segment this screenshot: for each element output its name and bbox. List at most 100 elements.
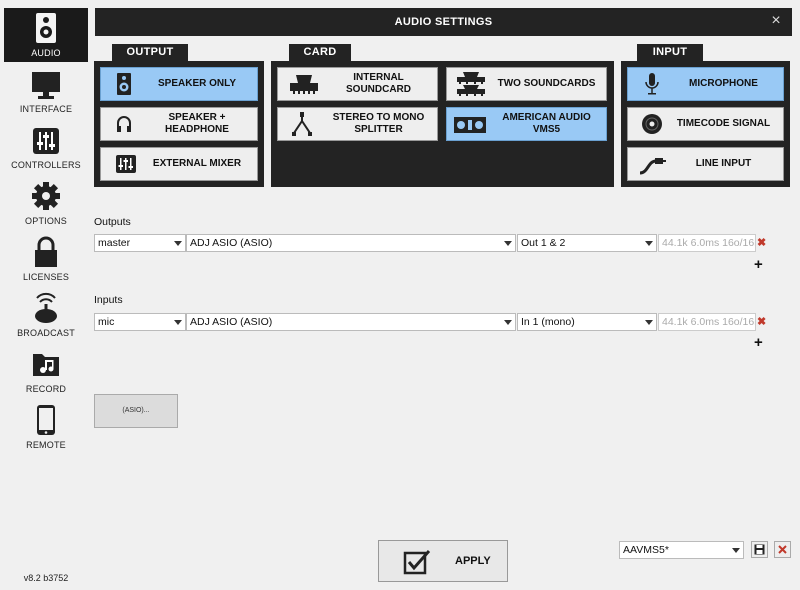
delete-preset-button[interactable] [774,541,791,558]
vinyl-icon [642,114,662,134]
input-device-select[interactable]: ADJ ASIO (ASIO) [186,313,516,331]
two-soundcards-label: TWO SOUNDCARDS [497,78,596,89]
input-info-field: 44.1k 6.0ms 16o/16i [658,313,756,331]
sliders-icon [33,128,59,154]
card-panel: INTERNAL SOUNDCARD TWO SOUNDCARDS STEREO… [271,61,614,187]
gear-icon [32,182,60,210]
lock-icon [35,236,57,267]
line-input-label: LINE INPUT [695,158,752,169]
speaker-headphone-label: SPEAKER + HEADPHONE [165,112,229,135]
output-panel: SPEAKER ONLY SPEAKER + HEADPHONE EXTERNA… [94,61,264,187]
sidebar-item-label: REMOTE [26,440,66,450]
headphone-icon [117,116,131,132]
input-channel-select[interactable]: mic [94,313,186,331]
stereo-mono-splitter-label: STEREO TO MONO SPLITTER [332,112,425,135]
internal-soundcard-icon [290,75,318,94]
two-soundcards-icon [457,72,485,96]
save-preset-button[interactable] [751,541,768,558]
controller-icon [454,117,486,133]
remove-output-button[interactable]: ✖ [757,238,767,249]
output-panel-title: OUTPUT [112,44,188,61]
preset-select[interactable]: AAVMS5* [619,541,744,559]
sidebar-item-licenses[interactable]: LICENSES [4,232,88,286]
close-button[interactable]: × [768,13,784,29]
output-channel-select[interactable]: master [94,234,186,252]
title-bar: AUDIO SETTINGS × [95,8,792,36]
sidebar-item-remote[interactable]: REMOTE [4,400,88,454]
microphone-icon [645,73,659,95]
input-port-select[interactable]: In 1 (mono) [517,313,657,331]
internal-soundcard-button[interactable]: INTERNAL SOUNDCARD [277,67,438,101]
output-channel-value: master [98,237,131,249]
chevron-down-icon [732,548,740,553]
output-port-value: Out 1 & 2 [521,237,566,249]
sidebar-item-label: CONTROLLERS [11,160,81,170]
input-channel-value: mic [98,316,115,328]
add-output-button[interactable]: + [754,257,766,272]
chevron-down-icon [174,241,182,246]
timecode-signal-label: TIMECODE SIGNAL [676,118,771,129]
sidebar-item-options[interactable]: OPTIONS [4,176,88,230]
line-input-button[interactable]: LINE INPUT [627,147,784,181]
speaker-only-button[interactable]: SPEAKER ONLY [100,67,258,101]
card-panel-title: CARD [289,44,351,61]
output-device-select[interactable]: ADJ ASIO (ASIO) [186,234,516,252]
sidebar-item-label: INTERFACE [19,104,73,114]
broadcast-icon [35,292,57,323]
external-mixer-button[interactable]: EXTERNAL MIXER [100,147,258,181]
sidebar-item-label: OPTIONS [25,216,67,226]
sidebar-item-audio[interactable]: AUDIO [4,8,88,62]
chevron-down-icon [174,320,182,325]
speaker-icon [36,13,56,43]
version-label: v8.2 b3752 [23,573,69,583]
remove-input-button[interactable]: ✖ [757,317,767,328]
microphone-button[interactable]: MICROPHONE [627,67,784,101]
tablet-icon [37,405,55,435]
speaker-icon [117,73,131,95]
two-soundcards-button[interactable]: TWO SOUNDCARDS [446,67,607,101]
asio-config-button[interactable]: (ASIO)... [94,394,178,428]
external-mixer-label: EXTERNAL MIXER [152,158,242,169]
monitor-icon [32,72,60,99]
add-input-button[interactable]: + [754,335,766,350]
output-device-value: ADJ ASIO (ASIO) [190,237,273,249]
apply-label: APPLY [455,555,491,567]
sidebar-item-label: AUDIO [31,48,61,58]
chevron-down-icon [504,320,512,325]
preset-value: AAVMS5* [623,544,669,556]
splitter-cable-icon [292,112,312,136]
sidebar-item-label: BROADCAST [17,328,75,338]
input-panel-title: INPUT [637,44,703,61]
output-port-select[interactable]: Out 1 & 2 [517,234,657,252]
mixer-icon [116,155,136,173]
window-title: AUDIO SETTINGS [394,16,493,28]
sidebar-item-record[interactable]: RECORD [4,344,88,398]
checkbox-icon [403,550,431,575]
delete-icon [778,545,787,554]
input-port-value: In 1 (mono) [521,316,575,328]
output-info-field: 44.1k 6.0ms 16o/16i [658,234,756,252]
save-icon [754,544,765,555]
music-folder-icon [33,354,59,376]
internal-soundcard-label: INTERNAL SOUNDCARD [346,72,411,95]
american-audio-vms5-label: AMERICAN AUDIO VMS5 [502,112,591,135]
input-panel: MICROPHONE TIMECODE SIGNAL LINE INPUT [621,61,790,187]
sidebar-item-broadcast[interactable]: BROADCAST [4,288,88,342]
microphone-label: MICROPHONE [689,78,758,89]
timecode-signal-button[interactable]: TIMECODE SIGNAL [627,107,784,141]
sidebar-item-interface[interactable]: INTERFACE [4,64,88,118]
chevron-down-icon [645,320,653,325]
inputs-label: Inputs [94,294,123,306]
stereo-mono-splitter-button[interactable]: STEREO TO MONO SPLITTER [277,107,438,141]
speaker-headphone-button[interactable]: SPEAKER + HEADPHONE [100,107,258,141]
sidebar-item-label: RECORD [25,384,67,394]
american-audio-vms5-button[interactable]: AMERICAN AUDIO VMS5 [446,107,607,141]
line-cable-icon [639,158,666,175]
input-device-value: ADJ ASIO (ASIO) [190,316,273,328]
speaker-only-label: SPEAKER ONLY [158,78,236,89]
sidebar: AUDIO INTERFACE CONTROLLERS OPTIONS LICE… [0,0,92,590]
chevron-down-icon [645,241,653,246]
apply-button[interactable]: APPLY [378,540,508,582]
sidebar-item-controllers[interactable]: CONTROLLERS [4,120,88,174]
chevron-down-icon [504,241,512,246]
